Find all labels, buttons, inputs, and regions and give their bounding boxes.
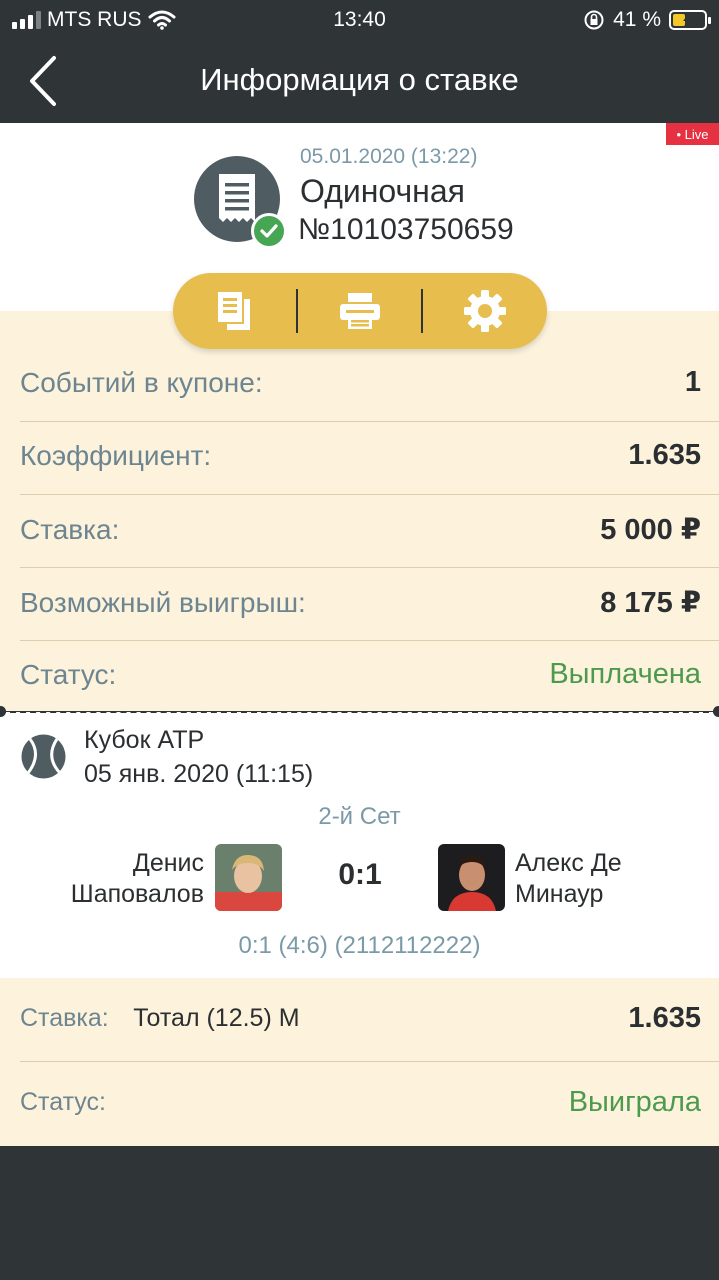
- bet-status-label: Статус:: [20, 1088, 106, 1116]
- bet-detail: Ставка: Тотал (12.5) М 1.635 Статус: Выи…: [0, 978, 719, 1146]
- bet-market-row: Ставка: Тотал (12.5) М 1.635: [20, 1002, 701, 1035]
- player-1-last: Шаповалов: [70, 880, 204, 908]
- match-score: 0:1: [338, 858, 382, 891]
- status-value: Выплачена: [549, 658, 701, 690]
- summary-row-stake: Ставка: 5 000 ₽: [20, 512, 701, 547]
- payout-label: Возможный выигрыш:: [20, 586, 306, 618]
- settings-button[interactable]: [423, 273, 547, 349]
- event-card: Кубок ATP 05 янв. 2020 (11:15) 2-й Сет Д…: [0, 712, 719, 978]
- event-date: 05 янв. 2020 (11:15): [84, 760, 314, 788]
- odds-value: 1.635: [628, 439, 701, 471]
- battery-icon: [669, 10, 711, 30]
- payout-value: 8 175 ₽: [600, 587, 701, 619]
- bet-stake-label: Ставка:: [20, 1004, 109, 1032]
- copy-document-icon: [218, 292, 250, 330]
- player-2-last: Минаур: [515, 880, 604, 908]
- print-button[interactable]: [298, 273, 422, 349]
- page-title: Информация о ставке: [200, 62, 519, 97]
- tear-dot-right: [713, 706, 719, 717]
- bet-date: 05.01.2020 (13:22): [300, 145, 478, 168]
- row-divider: [20, 494, 719, 495]
- stake-value: 5 000 ₽: [600, 514, 701, 546]
- bet-odds: 1.635: [628, 1002, 701, 1034]
- player-1-name: Денис Шаповалов: [71, 848, 204, 910]
- copy-button[interactable]: [173, 273, 297, 349]
- live-badge: • Live: [666, 123, 719, 145]
- bet-summary: Событий в купоне: 1 Коэффициент: 1.635 С…: [0, 311, 719, 711]
- battery-percent: 41 %: [613, 8, 661, 31]
- player-1-avatar: [215, 844, 282, 911]
- nav-header: Информация о ставке: [0, 40, 719, 123]
- stake-label: Ставка:: [20, 513, 120, 545]
- row-divider: [20, 421, 719, 422]
- rotation-lock-icon: [584, 10, 604, 30]
- row-divider: [20, 640, 719, 641]
- status-label: Статус:: [20, 658, 117, 690]
- bet-status-row: Статус: Выиграла: [20, 1086, 701, 1119]
- player-2-avatar: [438, 844, 505, 911]
- summary-row-payout: Возможный выигрыш: 8 175 ₽: [20, 585, 701, 620]
- set-label: 2-й Сет: [318, 803, 401, 830]
- events-value: 1: [684, 366, 701, 398]
- status-right: 41 %: [583, 8, 711, 32]
- bet-number: №10103750659: [298, 213, 514, 246]
- charging-bolt-icon: [683, 13, 693, 28]
- score-detail: 0:1 (4:6) (2112112222): [238, 932, 481, 959]
- odds-label: Коэффициент:: [20, 439, 212, 471]
- row-divider: [20, 1061, 719, 1062]
- summary-row-odds: Коэффициент: 1.635: [20, 439, 701, 472]
- bet-status-value: Выиграла: [568, 1086, 701, 1118]
- player-2-first: Алекс Де: [515, 849, 622, 877]
- player-2-name: Алекс Де Минаур: [515, 848, 622, 910]
- tennis-ball-icon: [21, 734, 66, 779]
- bottom-area: [0, 1146, 719, 1280]
- summary-row-status: Статус: Выплачена: [20, 658, 701, 691]
- status-bar: MTS RUS 13:40 41 %: [0, 0, 719, 40]
- market-group: Ставка: Тотал (12.5) М: [20, 1004, 300, 1033]
- tear-line: [0, 711, 719, 713]
- row-divider: [20, 567, 719, 568]
- tournament-name: Кубок ATP: [84, 726, 205, 754]
- events-label: Событий в купоне:: [20, 366, 263, 398]
- summary-row-events: Событий в купоне: 1: [20, 366, 701, 399]
- action-bar: [173, 273, 547, 349]
- printer-icon: [340, 293, 380, 329]
- bet-market: Тотал (12.5) М: [133, 1004, 300, 1032]
- check-icon: [251, 213, 287, 249]
- gear-icon: [464, 290, 506, 332]
- player-1-first: Денис: [132, 849, 204, 877]
- bet-type: Одиночная: [300, 173, 465, 209]
